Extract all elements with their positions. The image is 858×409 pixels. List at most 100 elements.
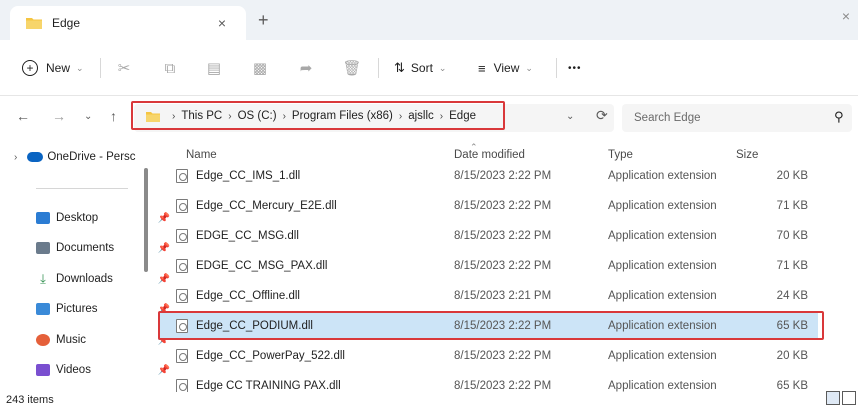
- sidebar-item-pictures[interactable]: Pictures 📌: [36, 298, 176, 320]
- tab-edge[interactable]: Edge ×: [10, 6, 246, 40]
- table-row[interactable]: Edge_CC_Offline.dll 8/15/2023 2:21 PM Ap…: [158, 282, 818, 310]
- sidebar-item-label: Documents: [56, 242, 115, 254]
- file-size: 65 KB: [776, 380, 808, 392]
- address-row: ← → ⌄ ↑ › This PC › OS (C:) › Program Fi…: [0, 96, 858, 140]
- paste-icon[interactable]: ▤: [204, 58, 224, 78]
- sidebar-item-label: Downloads: [56, 273, 113, 285]
- file-type: Application extension: [608, 290, 717, 302]
- file-type: Application extension: [608, 170, 717, 182]
- file-name: Edge_CC_IMS_1.dll: [196, 170, 301, 182]
- refresh-icon[interactable]: ⟳: [596, 107, 608, 124]
- file-type: Application extension: [608, 260, 717, 272]
- sidebar-scrollbar[interactable]: [144, 168, 148, 272]
- videos-icon: [36, 364, 50, 376]
- sidebar-item-onedrive[interactable]: › OneDrive - Persc: [14, 146, 154, 168]
- item-count: 243 items: [6, 394, 54, 406]
- sidebar-divider: [36, 188, 128, 189]
- address-highlight-box: [131, 101, 505, 130]
- file-date: 8/15/2023 2:22 PM: [454, 170, 552, 182]
- file-date: 8/15/2023 2:22 PM: [454, 230, 552, 242]
- tab-bar: Edge × + ×: [0, 0, 858, 40]
- plus-circle-icon: +: [22, 60, 38, 76]
- address-dropdown-icon[interactable]: ⌄: [566, 111, 574, 122]
- search-icon[interactable]: ⚲: [834, 109, 844, 125]
- file-size: 20 KB: [776, 350, 808, 362]
- file-date: 8/15/2023 2:22 PM: [454, 260, 552, 272]
- share-icon[interactable]: ➦: [296, 58, 316, 78]
- tab-title: Edge: [52, 16, 81, 30]
- more-options-button[interactable]: •••: [568, 58, 582, 78]
- view-label: View: [493, 61, 520, 75]
- file-list: ⌃ Name Date modified Type Size Edge_CC_I…: [158, 140, 858, 392]
- table-row[interactable]: Edge_CC_Mercury_E2E.dll 8/15/2023 2:22 P…: [158, 192, 818, 220]
- sidebar-item-label: Desktop: [56, 212, 99, 224]
- download-icon: ⤓: [40, 271, 46, 286]
- close-icon[interactable]: ×: [218, 15, 226, 31]
- divider: [100, 58, 101, 78]
- dll-file-icon: [176, 259, 188, 273]
- file-name: Edge CC TRAINING PAX.dll: [196, 380, 341, 392]
- delete-icon[interactable]: 🗑: [342, 58, 362, 78]
- recent-locations-chevron-icon[interactable]: ⌄: [84, 111, 92, 122]
- desktop-icon: [36, 212, 50, 224]
- file-type: Application extension: [608, 350, 717, 362]
- up-arrow-icon[interactable]: ↑: [110, 108, 117, 124]
- column-header-name[interactable]: Name: [186, 149, 217, 161]
- view-icon: ≡: [478, 60, 486, 76]
- table-row[interactable]: Edge_CC_IMS_1.dll 8/15/2023 2:22 PM Appl…: [158, 162, 818, 190]
- column-header-type[interactable]: Type: [608, 149, 633, 161]
- sort-button[interactable]: ⇅ Sort ⌄: [394, 58, 446, 78]
- file-name: EDGE_CC_MSG.dll: [196, 230, 299, 242]
- forward-arrow-icon[interactable]: →: [52, 108, 66, 124]
- sidebar-item-desktop[interactable]: Desktop 📌: [36, 207, 176, 229]
- sidebar-item-music[interactable]: Music 📌: [36, 329, 176, 351]
- file-date: 8/15/2023 2:22 PM: [454, 350, 552, 362]
- selection-highlight-box: [158, 311, 824, 340]
- details-view-icon[interactable]: [826, 391, 840, 405]
- divider: [378, 58, 379, 78]
- pictures-icon: [36, 303, 50, 315]
- table-row[interactable]: Edge CC TRAINING PAX.dll 8/15/2023 2:22 …: [158, 372, 818, 392]
- file-size: 71 KB: [776, 200, 808, 212]
- file-type: Application extension: [608, 200, 717, 212]
- file-name: Edge_CC_PowerPay_522.dll: [196, 350, 345, 362]
- sidebar-item-downloads[interactable]: ⤓ Downloads 📌: [36, 268, 176, 290]
- search-input[interactable]: Search Edge: [634, 112, 701, 124]
- table-row[interactable]: Edge_CC_PowerPay_522.dll 8/15/2023 2:22 …: [158, 342, 818, 370]
- dll-file-icon: [176, 199, 188, 213]
- documents-icon: [36, 242, 50, 254]
- sidebar-item-videos[interactable]: Videos 📌: [36, 359, 176, 381]
- file-name: Edge_CC_Offline.dll: [196, 290, 300, 302]
- cloud-icon: [27, 152, 44, 162]
- cut-icon[interactable]: ✂: [114, 58, 134, 78]
- sort-label: Sort: [410, 61, 433, 75]
- table-row[interactable]: EDGE_CC_MSG.dll 8/15/2023 2:22 PM Applic…: [158, 222, 818, 250]
- back-arrow-icon[interactable]: ←: [16, 108, 30, 124]
- table-row[interactable]: EDGE_CC_MSG_PAX.dll 8/15/2023 2:22 PM Ap…: [158, 252, 818, 280]
- file-date: 8/15/2023 2:22 PM: [454, 200, 552, 212]
- sort-icon: ⇅: [394, 60, 405, 75]
- chevron-down-icon: ⌄: [525, 62, 533, 73]
- navigation-pane: › OneDrive - Persc Desktop 📌 Documents 📌…: [0, 140, 170, 392]
- file-name: Edge_CC_Mercury_E2E.dll: [196, 200, 337, 212]
- view-toggle: [826, 391, 856, 407]
- sidebar-item-documents[interactable]: Documents 📌: [36, 237, 176, 259]
- view-button[interactable]: ≡ View ⌄: [478, 58, 533, 78]
- new-button[interactable]: + New ⌄: [22, 58, 84, 78]
- window-close-button[interactable]: ×: [842, 8, 850, 24]
- rename-icon[interactable]: ▩: [250, 58, 270, 78]
- divider: [556, 58, 557, 78]
- dll-file-icon: [176, 379, 188, 392]
- chevron-down-icon: ⌄: [438, 62, 447, 73]
- chevron-right-icon: ›: [14, 151, 18, 163]
- new-tab-button[interactable]: +: [258, 11, 269, 29]
- dll-file-icon: [176, 229, 188, 243]
- copy-icon[interactable]: ⧉: [160, 58, 180, 78]
- file-type: Application extension: [608, 230, 717, 242]
- chevron-down-icon: ⌄: [76, 62, 84, 73]
- column-header-size[interactable]: Size: [736, 149, 758, 161]
- file-size: 70 KB: [776, 230, 808, 242]
- tiles-view-icon[interactable]: [842, 391, 856, 405]
- column-header-date[interactable]: Date modified: [454, 149, 525, 161]
- sidebar-item-label: Pictures: [56, 303, 98, 315]
